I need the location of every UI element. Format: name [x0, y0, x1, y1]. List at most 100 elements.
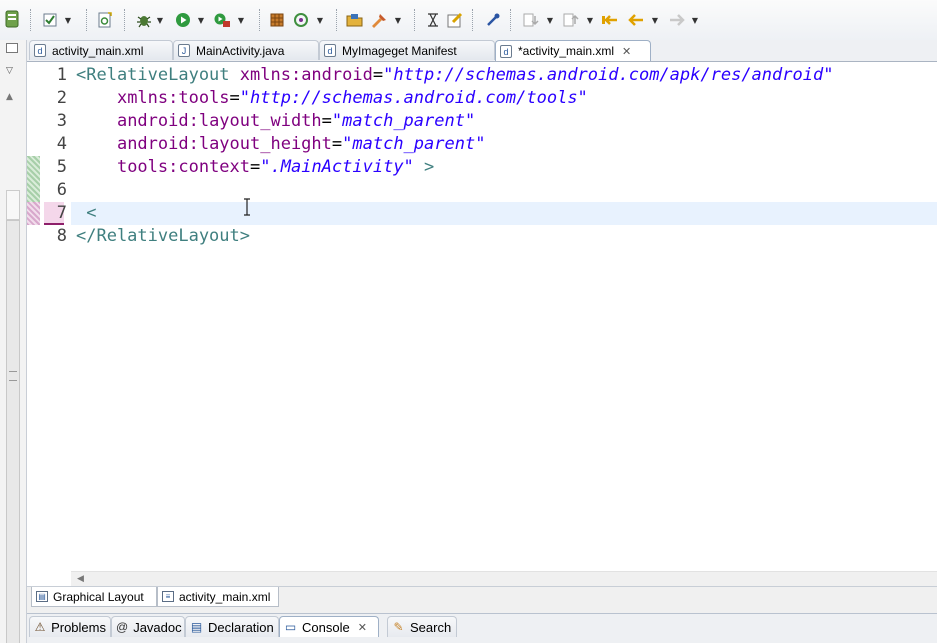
xml-attribute-value: "match_parent" [331, 111, 476, 131]
tab-label: activity_main.xml [179, 589, 271, 604]
declaration-icon: ▤ [190, 620, 203, 634]
refresh-icon[interactable] [292, 11, 310, 29]
tab-problems[interactable]: ⚠ Problems [29, 616, 111, 637]
tab-activity-main-xml-dirty[interactable]: d *activity_main.xml ✕ [495, 40, 651, 61]
restore-icon[interactable] [6, 43, 18, 53]
tab-main-activity-java[interactable]: J MainActivity.java [173, 40, 319, 60]
xml-source-editor[interactable]: 1 2 3 4 5 6 7 8 <RelativeLayout xmlns:an… [27, 62, 937, 587]
left-panel-scroll-thumb[interactable] [6, 190, 20, 220]
tab-label: activity_main.xml [52, 43, 144, 58]
xml-attribute: android:layout_width [116, 111, 322, 131]
equals-sign: = [229, 88, 240, 108]
chevron-down-icon[interactable]: ▼ [691, 14, 699, 26]
forward-icon[interactable] [668, 11, 686, 29]
line-number: 2 [56, 88, 67, 108]
line-number: 3 [56, 111, 67, 131]
toolbar-separator [472, 9, 474, 31]
tab-console[interactable]: ▭ Console ✕ [279, 616, 379, 637]
equals-sign: = [250, 157, 261, 177]
tab-label: Declaration [208, 619, 274, 635]
line-number: 7 [56, 203, 67, 223]
change-marker-current [27, 202, 40, 225]
graphical-layout-icon: ▤ [36, 591, 48, 602]
code-line: android:layout_width="match_parent" [76, 110, 475, 133]
code-line: android:layout_height="match_parent" [76, 133, 485, 156]
line-number: 6 [56, 180, 67, 200]
run-icon[interactable] [174, 11, 192, 29]
line-number: 1 [56, 65, 67, 85]
chevron-down-icon[interactable]: ▼ [197, 14, 205, 26]
android-sdk-icon[interactable] [3, 10, 21, 28]
scroll-left-arrow-icon[interactable]: ◀ [77, 574, 84, 584]
xml-file-icon: d [500, 44, 512, 58]
tab-label: Problems [51, 619, 106, 635]
current-line-highlight [71, 202, 937, 225]
scroll-up-arrow-icon[interactable]: ▲ [6, 92, 13, 102]
xml-tag: < [76, 203, 97, 223]
editor-tab-bar: d activity_main.xml J MainActivity.java … [27, 40, 937, 62]
open-folder-icon[interactable] [346, 11, 364, 29]
open-type-icon[interactable] [268, 11, 286, 29]
tab-declaration[interactable]: ▤ Declaration [185, 616, 279, 637]
tab-activity-main-xml[interactable]: d activity_main.xml [29, 40, 173, 60]
horizontal-scrollbar[interactable]: ◀ [71, 571, 937, 587]
chevron-down-icon[interactable]: ▼ [156, 14, 164, 26]
chevron-down-icon[interactable]: ▽ [6, 66, 13, 76]
xml-attribute-value: "match_parent" [342, 134, 486, 154]
chevron-down-icon[interactable]: ▼ [651, 14, 659, 26]
last-edit-icon[interactable] [601, 11, 619, 29]
line-number: 5 [56, 157, 67, 177]
javadoc-icon: @ [116, 620, 129, 634]
chevron-down-icon[interactable]: ▼ [64, 14, 72, 26]
task-icon[interactable] [370, 11, 388, 29]
text-cursor-icon [243, 198, 251, 220]
toolbar-separator [414, 9, 416, 31]
xml-attribute: xmlns:android [239, 65, 373, 85]
debug-icon[interactable] [135, 11, 153, 29]
annotation-icon[interactable] [424, 11, 442, 29]
tab-javadoc[interactable]: @ Javadoc [111, 616, 185, 637]
console-icon: ▭ [284, 620, 297, 634]
chevron-down-icon[interactable]: ▼ [394, 14, 402, 26]
tab-label: Search [410, 619, 452, 635]
new-android-class-icon[interactable] [96, 11, 114, 29]
tab-label: Console [302, 619, 350, 635]
editor-mode-tabs: ▤ Graphical Layout ≡ activity_main.xml [27, 586, 937, 607]
tab-manifest[interactable]: d MyImageget Manifest [319, 40, 495, 60]
xml-tag: <RelativeLayout [76, 65, 230, 85]
xml-file-icon: d [34, 44, 46, 57]
tab-label: Javadoc [133, 619, 182, 635]
bottom-view-tabs: ⚠ Problems @ Javadoc ▤ Declaration ▭ Con… [27, 613, 937, 643]
toolbar-separator [86, 9, 88, 31]
chevron-down-icon[interactable]: ▼ [546, 14, 554, 26]
chevron-down-icon[interactable]: ▼ [237, 14, 245, 26]
left-side-panel: ▽ ▲ [0, 40, 27, 643]
edit-icon[interactable] [446, 11, 464, 29]
close-icon[interactable]: ✕ [622, 45, 631, 58]
checkbox-toggle-icon[interactable] [41, 11, 59, 29]
prev-annotation-icon[interactable] [562, 11, 580, 29]
xml-tag: </RelativeLayout> [76, 226, 250, 246]
pin-icon[interactable] [484, 11, 502, 29]
xml-attribute: android:layout_height [116, 134, 332, 154]
tab-search[interactable]: ✎ Search [387, 616, 457, 637]
next-annotation-icon[interactable] [522, 11, 540, 29]
code-line: tools:context=".MainActivity" > [76, 156, 434, 179]
external-tools-icon[interactable] [213, 11, 231, 29]
toolbar-separator [259, 9, 261, 31]
xml-attribute-value: "http://schemas.android.com/tools" [239, 88, 588, 108]
xml-source-icon: ≡ [162, 591, 174, 602]
java-file-icon: J [178, 44, 190, 57]
chevron-down-icon[interactable]: ▼ [316, 14, 324, 26]
tab-graphical-layout[interactable]: ▤ Graphical Layout [31, 587, 157, 607]
tab-xml-source[interactable]: ≡ activity_main.xml [157, 587, 279, 607]
back-icon[interactable] [627, 11, 645, 29]
left-panel-scrollbar[interactable] [6, 220, 20, 643]
close-icon[interactable]: ✕ [358, 621, 367, 634]
chevron-down-icon[interactable]: ▼ [586, 14, 594, 26]
tab-label: *activity_main.xml [518, 44, 615, 58]
xml-attribute: tools:context [116, 157, 251, 177]
toolbar-separator [124, 9, 126, 31]
